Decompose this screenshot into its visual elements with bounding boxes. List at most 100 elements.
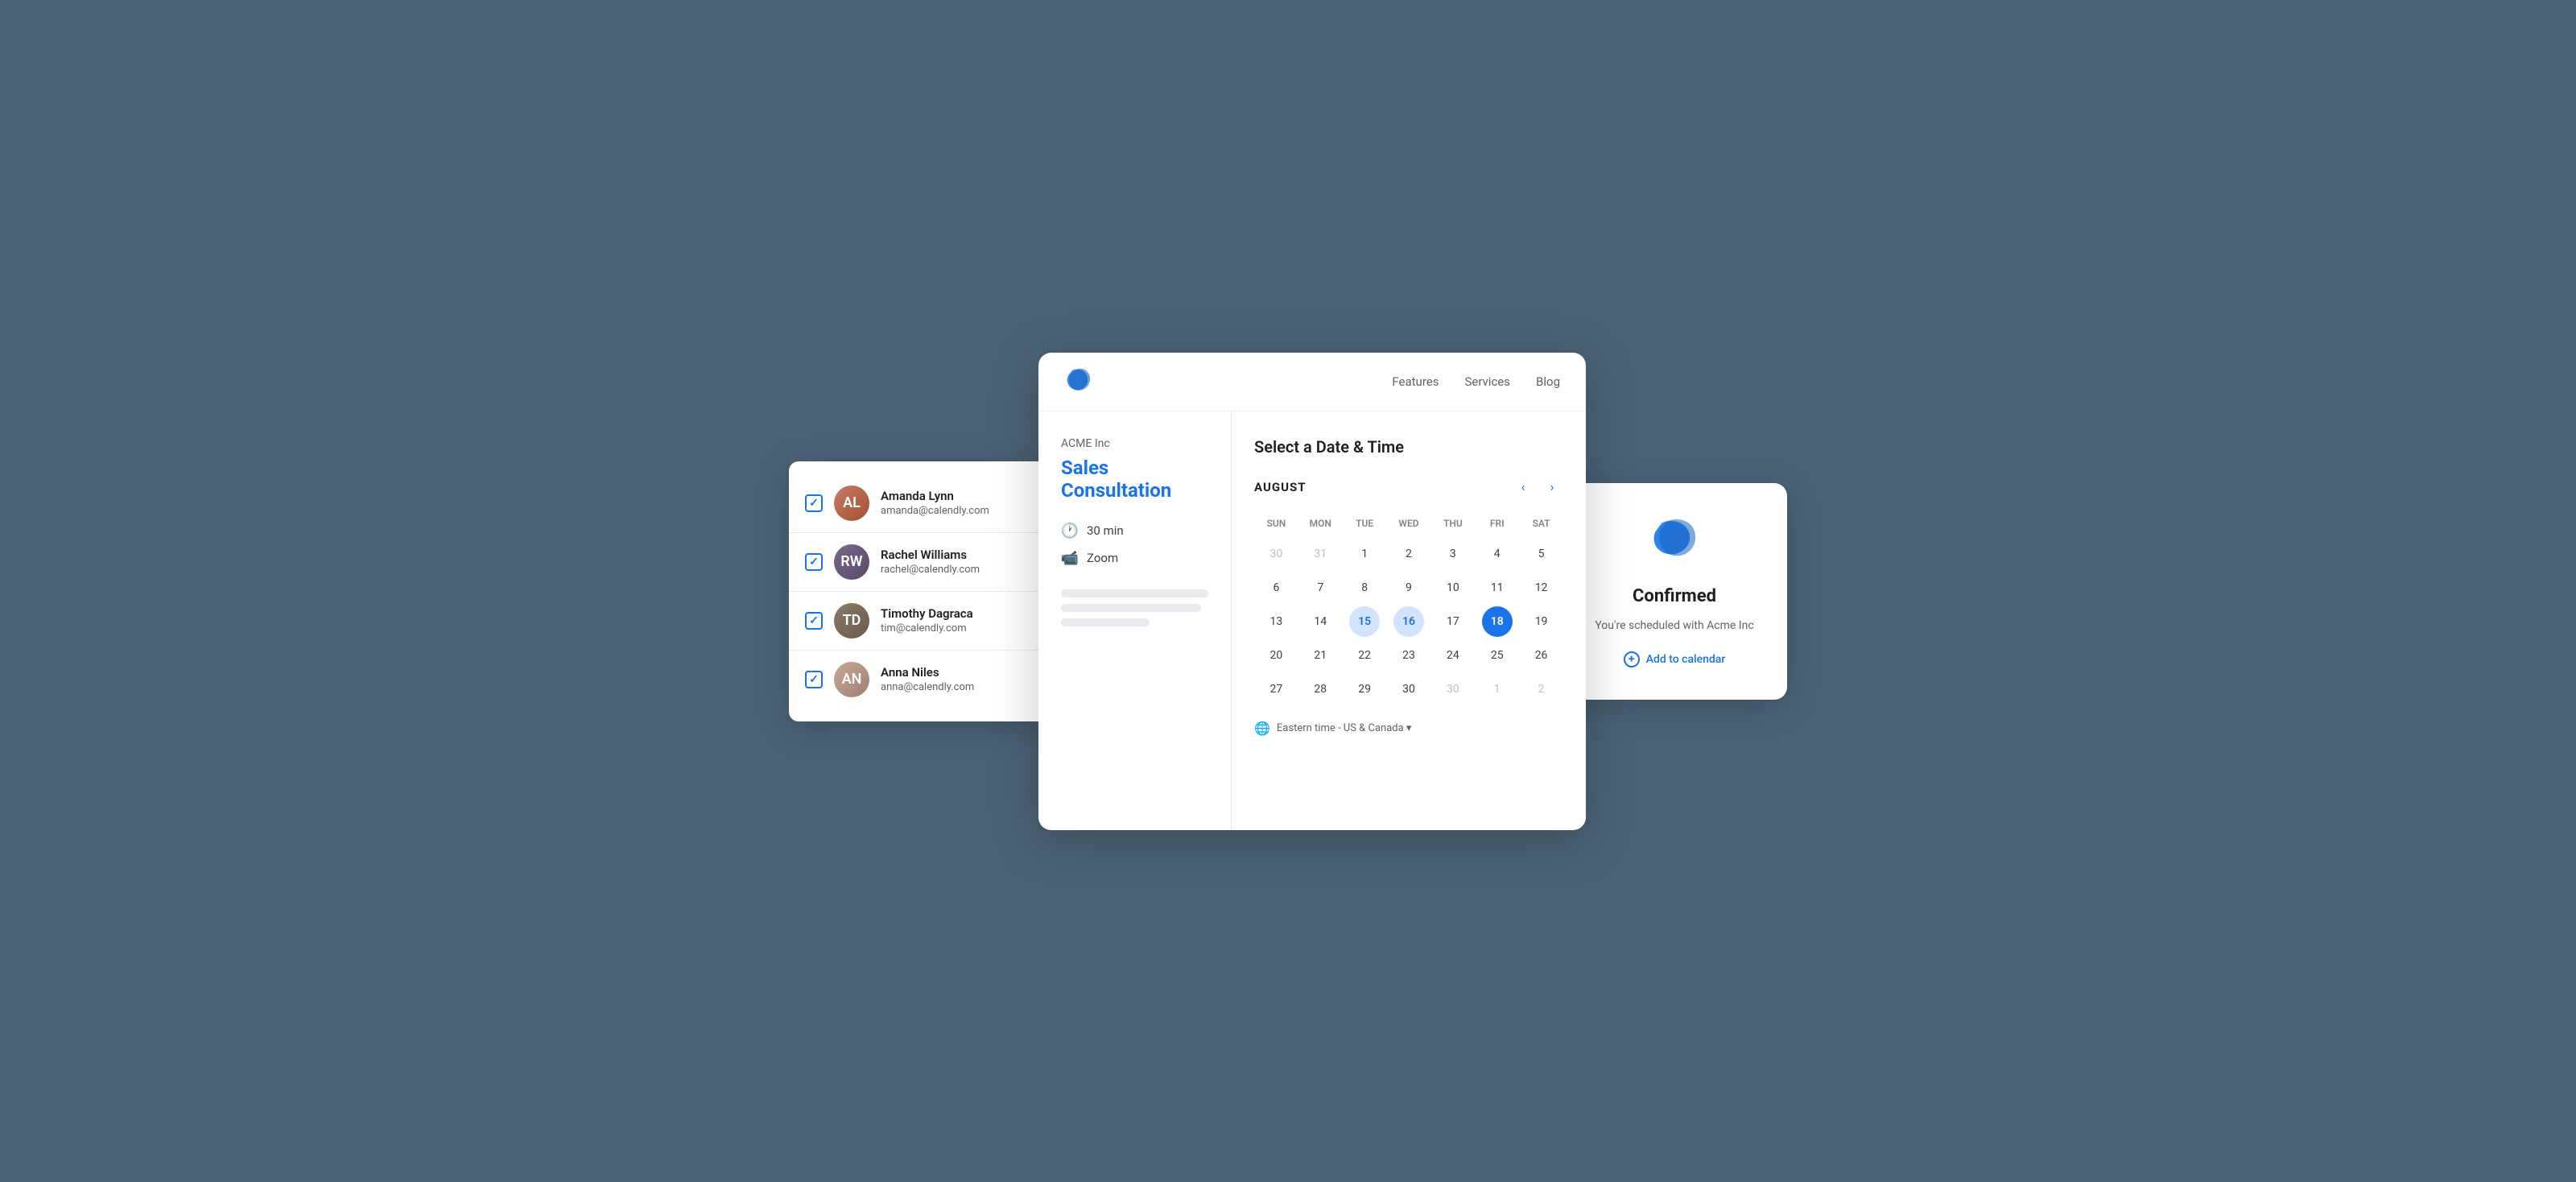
- description-lines: [1061, 589, 1208, 626]
- calendar-day[interactable]: 9: [1393, 572, 1424, 603]
- confirmed-title: Confirmed: [1633, 586, 1716, 606]
- calendar-day: 31: [1305, 539, 1335, 569]
- add-calendar-label: Add to calendar: [1646, 653, 1726, 666]
- calendar-day[interactable]: 19: [1526, 606, 1557, 637]
- calendar-day[interactable]: 22: [1349, 640, 1380, 671]
- avatar: RW: [834, 544, 869, 580]
- calendar-area: Select a Date & Time AUGUST ‹ › SUNMONTU…: [1232, 411, 1586, 830]
- desc-line-1: [1061, 589, 1208, 597]
- calendar-day: 30: [1438, 674, 1468, 705]
- user-item[interactable]: ✓ AL Amanda Lynn amanda@calendly.com: [789, 474, 1063, 533]
- confirmed-panel: Confirmed You're scheduled with Acme Inc…: [1562, 483, 1787, 700]
- user-item[interactable]: ✓ RW Rachel Williams rachel@calendly.com: [789, 533, 1063, 592]
- calendar-header-title: Select a Date & Time: [1254, 437, 1563, 457]
- day-header: SAT: [1519, 515, 1563, 532]
- calendar-day[interactable]: 7: [1305, 572, 1335, 603]
- calendar-day[interactable]: 11: [1482, 572, 1513, 603]
- event-info: ACME Inc Sales Consultation 🕐 30 min 📹 Z…: [1038, 411, 1232, 830]
- calendar-grid: SUNMONTUEWEDTHUFRISAT 303112345678910111…: [1254, 515, 1563, 705]
- user-name: Timothy Dagraca: [881, 606, 1046, 621]
- calendar-day[interactable]: 15: [1349, 606, 1380, 637]
- user-name: Rachel Williams: [881, 548, 1046, 562]
- calendar-day[interactable]: 27: [1261, 674, 1291, 705]
- user-checkbox[interactable]: ✓: [805, 553, 823, 571]
- event-company: ACME Inc: [1061, 437, 1208, 450]
- platform-label: Zoom: [1087, 551, 1118, 565]
- user-info: Timothy Dagraca tim@calendly.com: [881, 606, 1046, 634]
- user-name: Amanda Lynn: [881, 489, 1046, 503]
- platform-item: 📹 Zoom: [1061, 549, 1208, 567]
- calendar-week: 6789 10 11 12: [1254, 572, 1563, 603]
- calendar-week: 272829303012: [1254, 674, 1563, 705]
- calendar-day[interactable]: 13: [1261, 606, 1291, 637]
- calendar-day[interactable]: 20: [1261, 640, 1291, 671]
- user-checkbox[interactable]: ✓: [805, 612, 823, 630]
- nav-features[interactable]: Features: [1392, 374, 1439, 389]
- next-month-button[interactable]: ›: [1541, 476, 1563, 498]
- day-header: THU: [1430, 515, 1475, 532]
- checkmark-icon: ✓: [809, 673, 819, 686]
- calendar-day[interactable]: 6: [1261, 572, 1291, 603]
- calendar-day[interactable]: 25: [1482, 640, 1513, 671]
- calendar-day[interactable]: 3: [1438, 539, 1468, 569]
- desc-line-3: [1061, 618, 1150, 626]
- calendar-day: 30: [1261, 539, 1291, 569]
- calendar-day[interactable]: 4: [1482, 539, 1513, 569]
- user-name: Anna Niles: [881, 665, 1046, 680]
- user-checkbox[interactable]: ✓: [805, 494, 823, 512]
- avatar: AL: [834, 486, 869, 521]
- calendar-day[interactable]: 14: [1305, 606, 1335, 637]
- user-info: Anna Niles anna@calendly.com: [881, 665, 1046, 693]
- timezone-label: Eastern time - US & Canada ▾: [1277, 722, 1412, 734]
- video-icon: 📹: [1061, 549, 1079, 567]
- calendar-day[interactable]: 16: [1393, 606, 1424, 637]
- calendar-days-header: SUNMONTUEWEDTHUFRISAT: [1254, 515, 1563, 532]
- calendar-day[interactable]: 21: [1305, 640, 1335, 671]
- user-email: anna@calendly.com: [881, 681, 1046, 693]
- nav-blog[interactable]: Blog: [1536, 374, 1560, 389]
- day-header: WED: [1387, 515, 1431, 532]
- calendar-day[interactable]: 18: [1482, 606, 1513, 637]
- user-item[interactable]: ✓ TD Timothy Dagraca tim@calendly.com: [789, 592, 1063, 651]
- calendar-day[interactable]: 23: [1393, 640, 1424, 671]
- calendar-day[interactable]: 10: [1438, 572, 1468, 603]
- clock-icon: 🕐: [1061, 522, 1079, 539]
- calendar-day[interactable]: 26: [1526, 640, 1557, 671]
- calendar-day[interactable]: 2: [1393, 539, 1424, 569]
- calendar-day[interactable]: 1: [1349, 539, 1380, 569]
- day-header: TUE: [1343, 515, 1387, 532]
- booking-nav: Features Services Blog: [1038, 353, 1586, 411]
- calendar-day[interactable]: 12: [1526, 572, 1557, 603]
- calendar-day[interactable]: 24: [1438, 640, 1468, 671]
- calendar-week: 20 21 22 23 24 25 26: [1254, 640, 1563, 671]
- duration-label: 30 min: [1087, 523, 1124, 538]
- event-title: Sales Consultation: [1061, 457, 1208, 503]
- calendar-day[interactable]: 28: [1305, 674, 1335, 705]
- checkmark-icon: ✓: [809, 497, 819, 510]
- calendar-day: 2: [1526, 674, 1557, 705]
- user-info: Rachel Williams rachel@calendly.com: [881, 548, 1046, 576]
- calendar-day[interactable]: 17: [1438, 606, 1468, 637]
- user-email: rachel@calendly.com: [881, 564, 1046, 576]
- prev-month-button[interactable]: ‹: [1512, 476, 1534, 498]
- day-header: MON: [1298, 515, 1343, 532]
- confirmed-subtitle: You're scheduled with Acme Inc: [1595, 619, 1753, 632]
- user-item[interactable]: ✓ AN Anna Niles anna@calendly.com: [789, 651, 1063, 709]
- plus-circle-icon: +: [1624, 651, 1640, 667]
- nav-links: Features Services Blog: [1392, 374, 1560, 389]
- calendar-day[interactable]: 5: [1526, 539, 1557, 569]
- user-email: amanda@calendly.com: [881, 505, 1046, 517]
- timezone-row[interactable]: 🌐 Eastern time - US & Canada ▾: [1254, 721, 1563, 736]
- booking-content: ACME Inc Sales Consultation 🕐 30 min 📹 Z…: [1038, 411, 1586, 830]
- day-header: FRI: [1475, 515, 1519, 532]
- user-checkbox[interactable]: ✓: [805, 671, 823, 688]
- calendar-day[interactable]: 8: [1349, 572, 1380, 603]
- calendar-day[interactable]: 29: [1349, 674, 1380, 705]
- calendar-day[interactable]: 30: [1393, 674, 1424, 705]
- calendar-month-nav: AUGUST ‹ ›: [1254, 476, 1563, 498]
- add-to-calendar-button[interactable]: + Add to calendar: [1624, 651, 1726, 667]
- day-header: SUN: [1254, 515, 1298, 532]
- calendar-week: 30 31 12345: [1254, 539, 1563, 569]
- nav-services[interactable]: Services: [1464, 374, 1510, 389]
- calendar-weeks: 3031123456789101112131415161718192021222…: [1254, 539, 1563, 705]
